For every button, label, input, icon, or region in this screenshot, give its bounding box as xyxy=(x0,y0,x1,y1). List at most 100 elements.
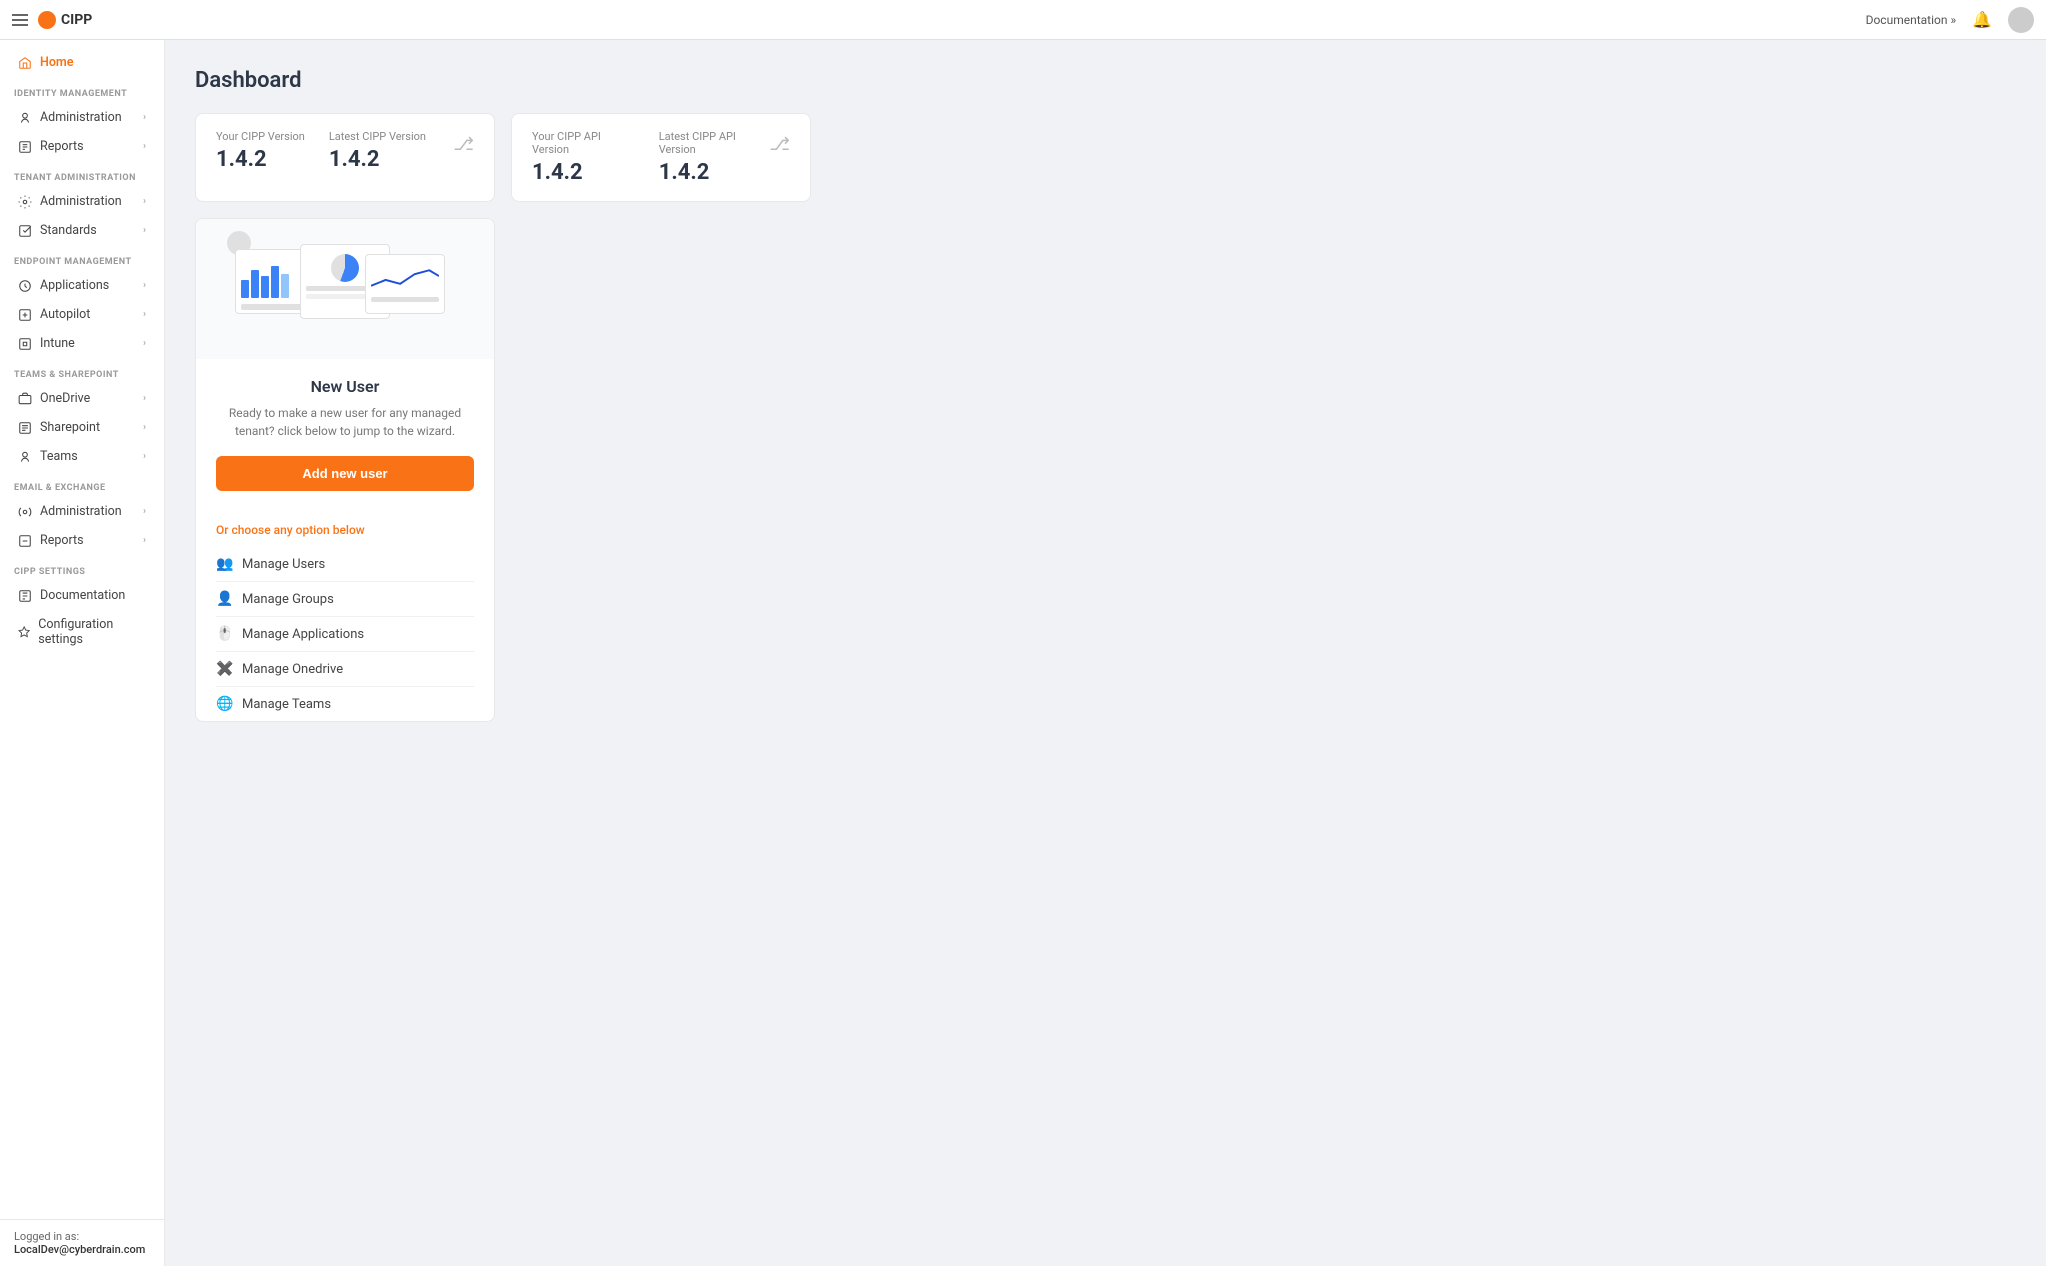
sidebar-section-label: IDENTITY MANAGEMENT xyxy=(0,77,164,103)
sidebar-item-endpoint-apps[interactable]: Applications › xyxy=(4,271,160,300)
documentation-link[interactable]: Documentation » xyxy=(1866,13,1957,27)
your-api-label: Your CIPP API Version xyxy=(532,130,635,156)
sidebar-item-identity-reports[interactable]: Reports › xyxy=(4,132,160,161)
sidebar-item-home[interactable]: Home xyxy=(4,48,160,77)
sidebar-label-email-reports: Reports xyxy=(40,533,84,548)
sidebar-item-ts-sharepoint[interactable]: Sharepoint › xyxy=(4,413,160,442)
topnav: CIPP Documentation » 🔔 xyxy=(0,0,2046,40)
topnav-right: Documentation » 🔔 xyxy=(1866,7,2034,33)
option-manage-users[interactable]: 👥 Manage Users xyxy=(216,547,474,582)
latest-api-label: Latest CIPP API Version xyxy=(659,130,770,156)
your-cipp-num: 1.4.2 xyxy=(216,147,305,172)
manage-users-icon: 👥 xyxy=(216,556,232,572)
user-email: LocalDev@cyberdrain.com xyxy=(14,1243,150,1256)
sidebar-nav: Home IDENTITY MANAGEMENT Administration › R… xyxy=(0,40,164,1219)
latest-cipp-label: Latest CIPP Version xyxy=(329,130,426,143)
manage-applications-icon: 🖱️ xyxy=(216,626,232,642)
page-title: Dashboard xyxy=(195,68,2016,93)
sidebar-section-label: TEAMS & SHAREPOINT xyxy=(0,358,164,384)
options-list: 👥 Manage Users 👤Manage Groups 🖱️ Manage Appl… xyxy=(216,547,474,721)
sidebar-label-tenant-admin: Administration xyxy=(40,194,122,209)
sidebar-label-identity-reports: Reports xyxy=(40,139,84,154)
main-content: Dashboard Your CIPP Version 1.4.2 Latest… xyxy=(165,40,2046,1266)
sidebar-label-ts-onedrive: OneDrive xyxy=(40,391,90,406)
logo-area: CIPP xyxy=(38,11,92,29)
sidebar-item-identity-admin[interactable]: Administration› xyxy=(4,103,160,132)
chevron-right-icon: › xyxy=(143,338,146,349)
options-section: Or choose any option below 👥 Manage Users… xyxy=(196,509,494,721)
logo-icon xyxy=(38,11,56,29)
add-new-user-button[interactable]: Add new user xyxy=(216,456,474,491)
sidebar-item-cipp-config[interactable]: Configuration settings xyxy=(4,610,160,654)
chevron-right-icon: › xyxy=(143,451,146,462)
sidebar-item-cipp-docs[interactable]: Documentation xyxy=(4,581,160,610)
sidebar-sections: IDENTITY MANAGEMENT Administration › Report… xyxy=(0,77,164,654)
latest-cipp-num: 1.4.2 xyxy=(329,147,426,172)
sidebar-footer: Logged in as: LocalDev@cyberdrain.com xyxy=(0,1219,164,1266)
new-user-illustration xyxy=(196,219,494,359)
new-user-body: New User Ready to make a new user for an… xyxy=(196,359,494,509)
chevron-right-icon: › xyxy=(143,280,146,291)
home-label: Home xyxy=(40,55,74,70)
version-card-2: Your CIPP API Version 1.4.2 Latest CIPP … xyxy=(511,113,811,202)
sidebar-item-ts-onedrive[interactable]: OneDrive› xyxy=(4,384,160,413)
sidebar-label-ts-teams: Teams xyxy=(40,449,78,464)
user-avatar[interactable] xyxy=(2008,7,2034,33)
sidebar-item-tenant-admin[interactable]: Administration › xyxy=(4,187,160,216)
app-name: CIPP xyxy=(61,12,92,28)
chevron-right-icon: › xyxy=(143,506,146,517)
chevron-right-icon: › xyxy=(143,422,146,433)
version-card-1: Your CIPP Version 1.4.2 Latest CIPP Vers… xyxy=(195,113,495,202)
option-manage-teams[interactable]: 🌐Manage Teams xyxy=(216,687,474,721)
chevron-right-icon: › xyxy=(143,141,146,152)
sidebar-label-endpoint-apps: Applications xyxy=(40,278,109,293)
sidebar-item-email-reports[interactable]: Reports› xyxy=(4,526,160,555)
your-api-num: 1.4.2 xyxy=(532,160,635,185)
new-user-card: New User Ready to make a new user for an… xyxy=(195,218,495,722)
mini-line-chart xyxy=(371,266,439,291)
git-icon-1: ⎇ xyxy=(453,134,474,155)
sidebar: Home IDENTITY MANAGEMENT Administration › R… xyxy=(0,40,165,1266)
version-cards-row: Your CIPP Version 1.4.2 Latest CIPP Vers… xyxy=(195,113,2016,202)
sidebar-section-label: TENANT ADMINISTRATION xyxy=(0,161,164,187)
manage-teams-label: Manage Teams xyxy=(242,697,331,712)
topnav-left: CIPP xyxy=(12,11,92,29)
sidebar-item-endpoint-intune[interactable]: Intune › xyxy=(4,329,160,358)
chevron-right-icon: › xyxy=(143,309,146,320)
sidebar-item-tenant-standards[interactable]: Standards › xyxy=(4,216,160,245)
manage-applications-label: Manage Applications xyxy=(242,627,364,642)
options-label: Or choose any option below xyxy=(216,523,474,537)
sidebar-section-label: EMAIL & EXCHANGE xyxy=(0,471,164,497)
sidebar-label-tenant-standards: Standards xyxy=(40,223,97,238)
chevron-right-icon: › xyxy=(143,196,146,207)
sidebar-label-endpoint-intune: Intune xyxy=(40,336,75,351)
new-user-description: Ready to make a new user for any managed… xyxy=(216,404,474,440)
notification-bell[interactable]: 🔔 xyxy=(1972,10,1992,29)
sidebar-section-label: CIPP SETTINGS xyxy=(0,555,164,581)
git-icon-2: ⎇ xyxy=(769,134,790,155)
chevron-right-icon: › xyxy=(143,112,146,123)
latest-api-num: 1.4.2 xyxy=(659,160,770,185)
hamburger-menu[interactable] xyxy=(12,14,28,26)
latest-cipp-version: Latest CIPP Version 1.4.2 xyxy=(329,130,426,172)
chevron-right-icon: › xyxy=(143,225,146,236)
chart-card-right xyxy=(365,254,445,314)
option-manage-groups[interactable]: 👤Manage Groups xyxy=(216,582,474,617)
manage-groups-icon: 👤 xyxy=(216,591,232,607)
option-manage-onedrive[interactable]: ✖️Manage Onedrive xyxy=(216,652,474,687)
sidebar-label-ts-sharepoint: Sharepoint xyxy=(40,420,100,435)
sidebar-item-ts-teams[interactable]: Teams › xyxy=(4,442,160,471)
your-api-version: Your CIPP API Version 1.4.2 xyxy=(532,130,635,185)
manage-onedrive-icon: ✖️ xyxy=(216,661,232,677)
sidebar-item-email-admin[interactable]: Administration› xyxy=(4,497,160,526)
sidebar-label-cipp-config: Configuration settings xyxy=(38,617,146,647)
option-manage-applications[interactable]: 🖱️ Manage Applications xyxy=(216,617,474,652)
new-user-title: New User xyxy=(216,377,474,396)
sidebar-label-endpoint-autopilot: Autopilot xyxy=(40,307,90,322)
home-icon xyxy=(18,56,32,70)
sidebar-section-label: ENDPOINT MANAGEMENT xyxy=(0,245,164,271)
logged-in-label: Logged in as: xyxy=(14,1230,150,1243)
sidebar-label-cipp-docs: Documentation xyxy=(40,588,125,603)
sidebar-item-endpoint-autopilot[interactable]: Autopilot › xyxy=(4,300,160,329)
manage-users-label: Manage Users xyxy=(242,557,325,572)
